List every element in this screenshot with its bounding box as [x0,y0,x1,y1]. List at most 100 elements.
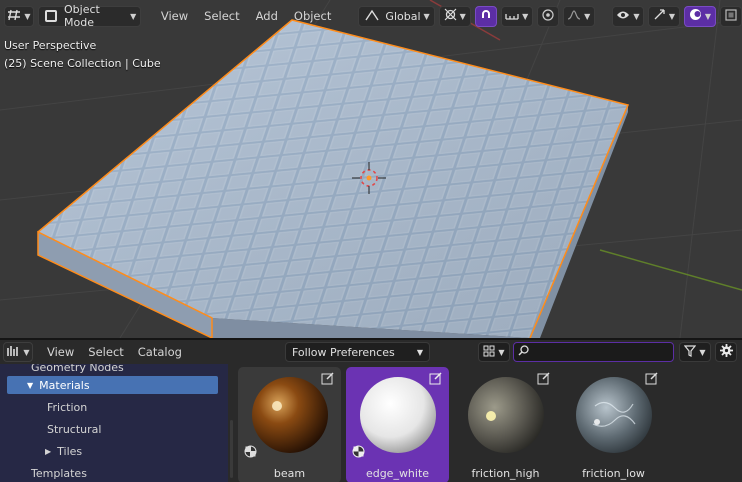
object-mode-icon [45,10,57,22]
edit-icon[interactable] [537,371,551,388]
snap-increment-icon [505,10,519,23]
settings-button[interactable] [715,342,737,362]
asset-search-field[interactable] [513,342,678,362]
menu-view[interactable]: View [155,9,194,23]
asset-browser-header: ▼ View Select Catalog Follow Preferences… [0,340,742,364]
tree-item-label: Geometry Nodes [31,364,124,374]
edit-icon[interactable] [429,371,443,388]
material-type-icon [352,445,365,461]
orientation-icon [365,9,380,24]
display-mode-dropdown[interactable]: ▼ [478,342,510,362]
eye-icon [616,10,630,23]
collapse-arrow-icon: ▶ [45,446,52,456]
material-preview [576,377,652,453]
chevron-down-icon: ▼ [633,11,640,21]
chevron-down-icon: ▼ [416,347,423,357]
asset-tile-edge-white[interactable]: edge_white [346,367,449,482]
chevron-down-icon: ▼ [668,11,676,21]
xray-toggle[interactable] [720,5,742,27]
tree-item-label: Friction [47,400,88,414]
transform-orientation-dropdown[interactable]: Global ▼ [358,5,435,27]
chevron-down-icon: ▼ [704,11,712,21]
chevron-down-icon: ▼ [522,11,529,21]
import-method-label: Follow Preferences [292,345,395,359]
asset-menu-view[interactable]: View [47,345,74,359]
chevron-down-icon: ▼ [699,347,706,357]
chevron-down-icon: ▼ [24,11,31,21]
proportional-falloff-dropdown[interactable]: ▼ [562,5,595,27]
menu-select[interactable]: Select [198,9,245,23]
material-type-icon [244,445,257,461]
material-preview [360,377,436,453]
overlay-dropdown[interactable]: ▼ [684,5,716,27]
asset-tile-beam[interactable]: beam [238,367,341,482]
tree-item-templates[interactable]: Templates [31,464,221,482]
snap-target-dropdown[interactable]: ▼ [500,5,533,27]
asset-grid: beam edge_white friction_high friction_l… [233,364,742,482]
edit-icon[interactable] [645,371,659,388]
editor-type-icon [7,9,21,24]
object-mode-dropdown[interactable]: Object Mode ▼ [38,3,142,29]
chevron-down-icon: ▼ [23,347,30,357]
snap-magnet-icon [480,9,492,24]
asset-tile-friction-low[interactable]: friction_low [562,367,665,482]
chevron-down-icon: ▼ [498,347,505,357]
search-icon [518,345,529,359]
asset-tile-friction-high[interactable]: friction_high [454,367,557,482]
chevron-down-icon: ▼ [130,11,137,21]
object-mode-label: Object Mode [64,3,100,29]
tree-item-label: Materials [39,378,90,392]
filter-dropdown[interactable]: ▼ [679,342,711,362]
asset-name: friction_high [471,467,540,480]
tree-item-friction[interactable]: Friction [47,398,217,416]
viewport-header: ▼ Object Mode ▼ View Select Add Object G… [0,0,742,32]
gizmo-dropdown[interactable]: ▼ [648,5,680,27]
chevron-down-icon: ▼ [459,11,466,21]
viewport-collection-info: (25) Scene Collection | Cube [4,57,161,70]
chevron-down-icon: ▼ [584,11,591,21]
gizmo-icon [653,8,666,24]
tree-item-label: Templates [31,466,87,480]
tree-item-label: Structural [47,422,102,436]
tree-item-materials[interactable]: ▼ Materials [7,376,218,394]
asset-menu-catalog[interactable]: Catalog [138,345,182,359]
tree-item-structural[interactable]: Structural [47,420,217,438]
gear-icon [719,344,733,360]
asset-editor-type-button[interactable]: ▼ [3,342,33,362]
filter-icon [684,344,697,360]
menu-object[interactable]: Object [288,9,337,23]
pivot-point-dropdown[interactable]: ▼ [438,5,471,27]
asset-name: friction_low [582,467,645,480]
edit-icon[interactable] [321,371,335,388]
search-input[interactable] [533,345,678,359]
tree-item-label: Tiles [57,444,83,458]
snap-toggle[interactable] [474,5,497,27]
visibility-dropdown[interactable]: ▼ [612,5,644,27]
tree-item-tiles[interactable]: ▶ Tiles [45,442,215,460]
asset-editor-icon [6,345,20,360]
asset-name: beam [273,467,306,480]
asset-name: edge_white [365,467,430,480]
viewport-scene [0,0,742,338]
asset-browser: ▼ View Select Catalog Follow Preferences… [0,340,742,482]
chevron-down-icon: ▼ [423,11,430,21]
overlay-icon [689,8,702,24]
asset-menu-select[interactable]: Select [88,345,123,359]
3d-viewport[interactable]: ▼ Object Mode ▼ View Select Add Object G… [0,0,742,338]
thumbnail-grid-icon [483,345,495,360]
material-preview [468,377,544,453]
viewport-perspective-label: User Perspective [4,39,97,52]
import-method-dropdown[interactable]: Follow Preferences ▼ [285,342,430,362]
tree-item-geometry-nodes[interactable]: Geometry Nodes [31,364,221,376]
proportional-edit-icon [542,8,554,24]
proportional-edit-toggle[interactable] [536,5,559,27]
xray-icon [725,8,737,24]
editor-type-button[interactable]: ▼ [4,5,34,27]
material-preview [252,377,328,453]
pivot-icon [444,8,457,24]
orientation-label: Global [385,9,421,23]
menu-add[interactable]: Add [250,9,284,23]
catalog-tree: Geometry Nodes ▼ Materials Friction Stru… [0,364,228,482]
falloff-curve-icon [567,9,581,23]
expand-arrow-icon: ▼ [27,380,34,390]
